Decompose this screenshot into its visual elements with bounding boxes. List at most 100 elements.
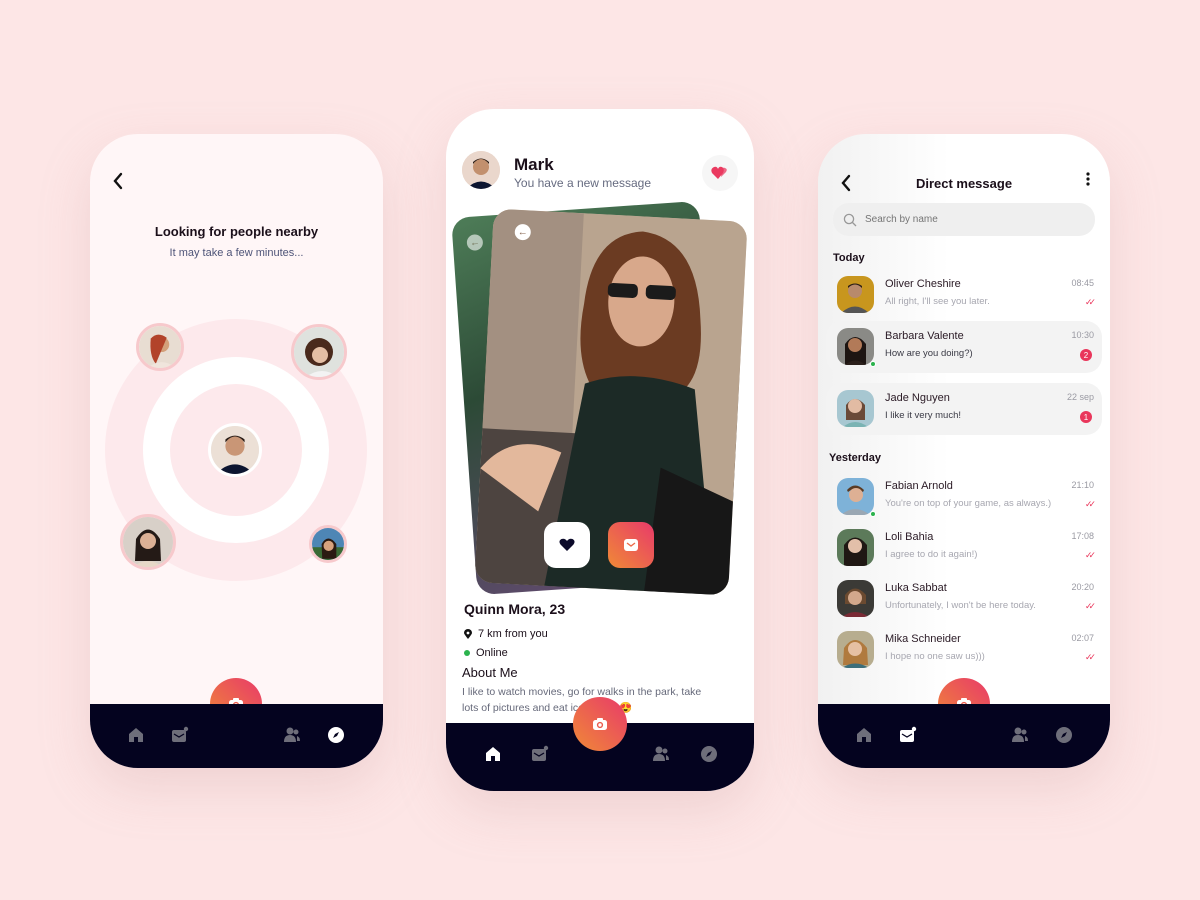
nav-home[interactable] <box>855 726 873 744</box>
message-time: 17:08 <box>1071 531 1094 541</box>
profile-name: Quinn Mora, 23 <box>464 601 566 617</box>
send-message-button[interactable] <box>608 522 654 568</box>
contact-avatar <box>837 580 874 617</box>
chevron-left-icon <box>113 172 123 190</box>
people-icon <box>1012 727 1028 742</box>
avatar-image <box>837 390 874 427</box>
last-message: All right, I'll see you later. <box>885 296 990 307</box>
bottom-nav <box>818 704 1110 768</box>
avatar-image <box>294 327 344 377</box>
last-message: I like it very much! <box>885 410 962 421</box>
avatar-image <box>139 326 181 368</box>
online-indicator <box>870 511 876 517</box>
more-vertical-icon <box>1086 172 1090 186</box>
home-icon <box>129 728 143 742</box>
avatar-image <box>837 276 874 313</box>
nav-explore[interactable] <box>700 745 718 763</box>
contact-name: Fabian Arnold <box>885 480 953 492</box>
more-options-button[interactable] <box>1086 172 1092 186</box>
distance-text: 7 km from you <box>478 628 548 640</box>
conversation-row[interactable]: Fabian Arnold You're on top of your game… <box>826 471 1102 523</box>
avatar-image <box>211 426 259 474</box>
conversation-row[interactable]: Mika Schneider I hope no one saw us))) 0… <box>826 624 1102 676</box>
online-indicator <box>870 361 876 367</box>
section-label-yesterday: Yesterday <box>829 452 881 464</box>
nav-people[interactable] <box>1011 726 1029 744</box>
avatar-image <box>123 517 173 567</box>
compass-icon <box>701 746 717 762</box>
search-bar <box>833 203 1095 236</box>
contact-avatar <box>837 631 874 668</box>
location-pin-icon <box>464 629 472 639</box>
nearby-user-avatar[interactable] <box>309 525 347 563</box>
nav-people[interactable] <box>652 745 670 763</box>
contact-name: Jade Nguyen <box>885 392 950 404</box>
back-button[interactable] <box>112 172 124 196</box>
online-dot-icon <box>464 650 470 656</box>
page-title: Looking for people nearby <box>154 224 319 239</box>
camera-button[interactable] <box>573 697 627 751</box>
last-message: You're on top of your game, as always.) <box>885 498 1052 509</box>
hearts-icon <box>711 166 727 179</box>
read-receipt-icon: ✓✓ <box>1084 297 1096 307</box>
conversation-row[interactable]: Oliver Cheshire All right, I'll see you … <box>826 269 1102 321</box>
conversation-row[interactable]: Jade Nguyen I like it very much! 22 sep … <box>826 383 1102 435</box>
nav-home[interactable] <box>484 745 502 763</box>
contact-avatar <box>837 276 874 313</box>
search-input[interactable] <box>865 214 1065 225</box>
message-time: 08:45 <box>1071 278 1094 288</box>
last-message: I hope no one saw us))) <box>885 651 985 662</box>
my-avatar <box>208 423 262 477</box>
contact-avatar <box>837 529 874 566</box>
like-button[interactable] <box>544 522 590 568</box>
nav-people[interactable] <box>283 726 301 744</box>
conversation-row[interactable]: Luka Sabbat Unfortunately, I won't be he… <box>826 573 1102 625</box>
contact-name: Oliver Cheshire <box>885 278 961 290</box>
contact-avatar <box>837 390 874 427</box>
last-message: I agree to do it again!) <box>885 549 978 560</box>
read-receipt-icon: ✓✓ <box>1084 550 1096 560</box>
avatar-image <box>462 151 500 189</box>
message-time: 10:30 <box>1071 330 1094 340</box>
mail-icon <box>624 539 638 551</box>
contact-name: Mika Schneider <box>885 633 961 645</box>
page-title: Direct message <box>915 176 1013 191</box>
avatar-image <box>837 631 874 668</box>
nav-messages[interactable] <box>171 726 189 744</box>
messages-screen: Direct message Today Yesterday Oliver Ch… <box>818 134 1110 768</box>
avatar-image <box>837 529 874 566</box>
mail-icon <box>532 745 549 761</box>
home-icon <box>857 728 871 742</box>
status-text: Online <box>476 647 508 659</box>
nearby-user-avatar[interactable] <box>136 323 184 371</box>
people-icon <box>284 727 300 742</box>
nav-explore[interactable] <box>1055 726 1073 744</box>
favorites-button[interactable] <box>702 155 738 191</box>
contact-name: Loli Bahia <box>885 531 934 543</box>
about-heading: About Me <box>462 665 518 680</box>
nav-home[interactable] <box>127 726 145 744</box>
page-subtitle: It may take a few minutes... <box>169 247 304 259</box>
nearby-user-avatar[interactable] <box>120 514 176 570</box>
sender-avatar[interactable] <box>462 151 500 189</box>
home-icon <box>486 747 500 761</box>
nav-messages[interactable] <box>531 745 549 763</box>
avatar-image <box>837 328 874 365</box>
mail-icon <box>900 726 917 742</box>
sender-name: Mark <box>514 155 554 174</box>
read-receipt-icon: ✓✓ <box>1084 601 1096 611</box>
nav-explore[interactable] <box>327 726 345 744</box>
section-label-today: Today <box>833 252 865 264</box>
mail-icon <box>172 726 189 742</box>
nearby-user-avatar[interactable] <box>291 324 347 380</box>
compass-icon <box>1056 727 1072 743</box>
profile-distance: 7 km from you <box>464 628 548 640</box>
conversation-row[interactable]: Loli Bahia I agree to do it again!) 17:0… <box>826 522 1102 574</box>
message-time: 02:07 <box>1071 633 1094 643</box>
last-message: How are you doing?) <box>885 348 973 359</box>
nearby-screen: Looking for people nearby It may take a … <box>90 134 383 768</box>
conversation-row[interactable]: Barbara Valente How are you doing?) 10:3… <box>826 321 1102 373</box>
nav-messages[interactable] <box>899 726 917 744</box>
camera-icon <box>593 718 607 730</box>
avatar-image <box>312 528 344 560</box>
